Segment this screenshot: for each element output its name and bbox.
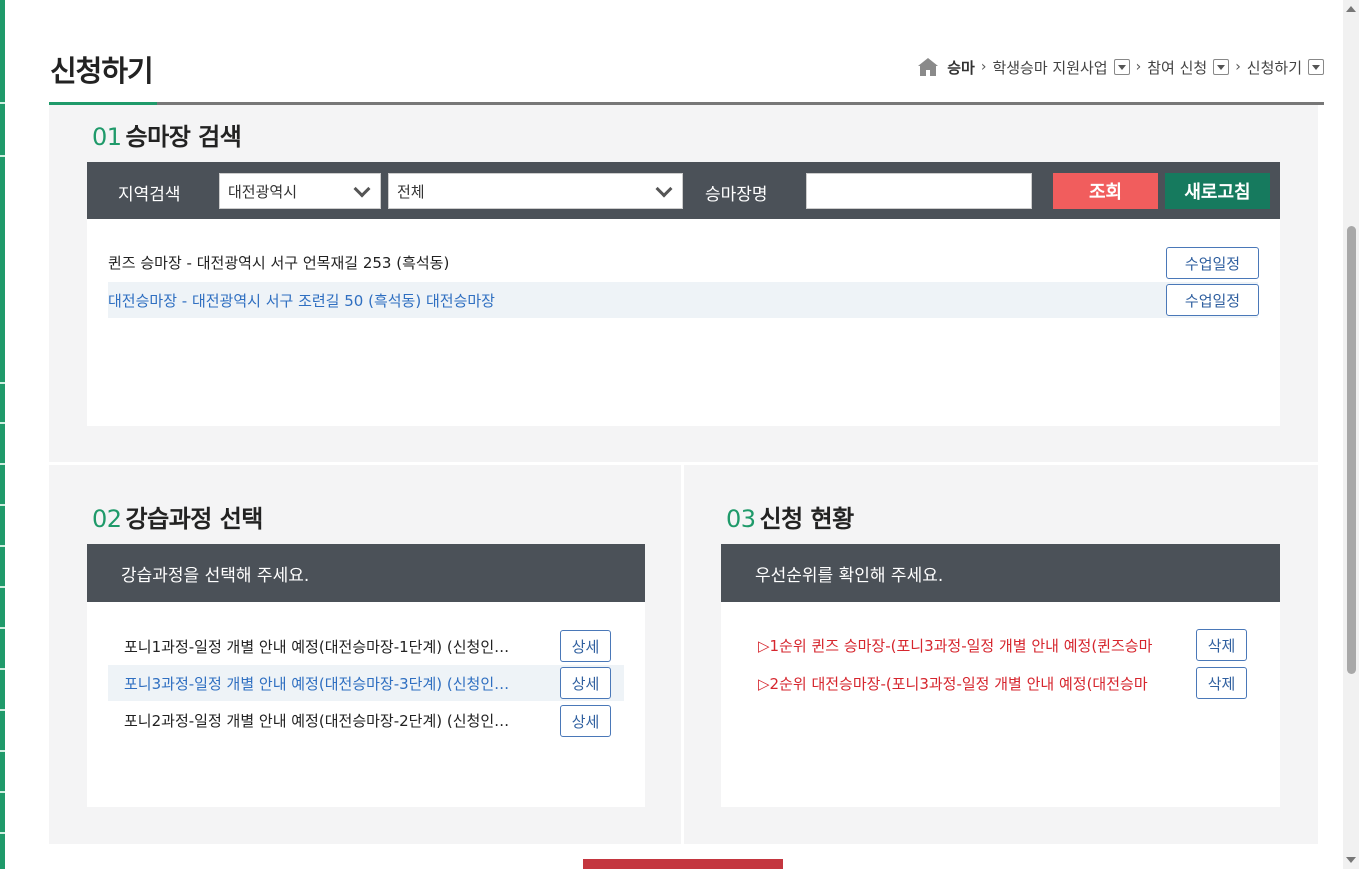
section-title-status: 03 신청 현황	[726, 505, 854, 533]
submit-button-partial[interactable]	[583, 859, 783, 869]
course-header-bar: 강습과정을 선택해 주세요.	[87, 544, 645, 602]
chevron-right-icon: ›	[1235, 59, 1241, 75]
left-side-strip	[0, 0, 5, 869]
refresh-button[interactable]: 새로고침	[1165, 173, 1270, 209]
scroll-down-icon[interactable]	[1346, 857, 1356, 863]
region-select-value: 대전광역시	[228, 183, 298, 201]
schedule-button[interactable]: 수업일정	[1166, 247, 1259, 279]
page-scrollbar[interactable]	[1343, 0, 1359, 869]
status-list-panel: ▷1순위 퀸즈 승마장-(포니3과정-일정 개별 안내 예정(퀸즈승마 삭제 ▷…	[721, 602, 1280, 807]
chevron-right-icon: ›	[1135, 59, 1142, 75]
course-row[interactable]: 포니2과정-일정 개별 안내 예정(대전승마장-2단계) (신청인…	[108, 702, 554, 738]
section-title-course: 02 강습과정 선택	[92, 505, 263, 533]
priority-row: ▷2순위 대전승마장-(포니3과정-일정 개별 안내 예정(대전승마	[758, 668, 1196, 698]
course-text: 포니2과정-일정 개별 안내 예정(대전승마장-2단계) (신청인…	[124, 711, 510, 730]
breadcrumb-item-current[interactable]: 신청하기	[1247, 57, 1302, 78]
dropdown-toggle-icon[interactable]	[1213, 59, 1230, 75]
riding-name-input[interactable]	[806, 173, 1032, 209]
scrollbar-thumb[interactable]	[1347, 226, 1356, 674]
breadcrumb: 승마 › 학생승마 지원사업 › 참여 신청 › 신청하기	[917, 56, 1324, 78]
detail-button[interactable]: 상세	[560, 705, 611, 737]
home-icon[interactable]	[917, 56, 939, 78]
status-header-bar: 우선순위를 확인해 주세요.	[721, 544, 1280, 602]
priority-text: ▷2순위 대전승마장-(포니3과정-일정 개별 안내 예정(대전승마	[758, 674, 1148, 693]
dropdown-toggle-icon[interactable]	[1308, 59, 1324, 75]
schedule-button[interactable]: 수업일정	[1166, 284, 1259, 316]
scroll-up-icon[interactable]	[1346, 6, 1356, 12]
breadcrumb-item-apply[interactable]: 참여 신청	[1147, 57, 1207, 78]
dropdown-toggle-icon[interactable]	[1113, 59, 1130, 75]
priority-row: ▷1순위 퀸즈 승마장-(포니3과정-일정 개별 안내 예정(퀸즈승마	[758, 630, 1248, 660]
result-text: 퀸즈 승마장 - 대전광역시 서구 언목재길 253 (흑석동)	[108, 253, 450, 272]
district-select[interactable]: 전체	[388, 173, 683, 209]
breadcrumb-item-program[interactable]: 학생승마 지원사업	[992, 57, 1107, 78]
course-row[interactable]: 포니1과정-일정 개별 안내 예정(대전승마장-1단계) (신청인…	[108, 628, 554, 664]
breadcrumb-home[interactable]: 승마	[947, 57, 975, 78]
search-button[interactable]: 조회	[1053, 173, 1158, 209]
result-row[interactable]: 퀸즈 승마장 - 대전광역시 서구 언목재길 253 (흑석동)	[108, 244, 1258, 280]
chevron-down-icon	[655, 180, 673, 198]
result-text: 대전승마장 - 대전광역시 서구 조련길 50 (흑석동) 대전승마장	[108, 291, 495, 310]
delete-button[interactable]: 삭제	[1196, 667, 1247, 699]
search-bar: 지역검색 대전광역시 전체 승마장명 조회 새로고침	[87, 162, 1280, 219]
detail-button[interactable]: 상세	[560, 630, 611, 662]
page-title: 신청하기	[50, 54, 154, 88]
course-list-panel: 포니1과정-일정 개별 안내 예정(대전승마장-1단계) (신청인… 상세 포니…	[87, 602, 645, 807]
priority-text: ▷1순위 퀸즈 승마장-(포니3과정-일정 개별 안내 예정(퀸즈승마	[758, 636, 1153, 655]
region-label: 지역검색	[118, 185, 181, 205]
district-select-value: 전체	[397, 183, 425, 201]
page-root: 신청하기 승마 › 학생승마 지원사업 › 참여 신청 › 신청하기 01 승마장…	[0, 0, 1359, 869]
chevron-down-icon	[353, 180, 371, 198]
region-select[interactable]: 대전광역시	[219, 173, 381, 209]
detail-button[interactable]: 상세	[560, 667, 611, 699]
search-results-panel: 퀸즈 승마장 - 대전광역시 서구 언목재길 253 (흑석동) 수업일정 대전…	[87, 219, 1280, 426]
course-row[interactable]: 포니3과정-일정 개별 안내 예정(대전승마장-3단계) (신청인…	[108, 665, 624, 701]
course-text: 포니3과정-일정 개별 안내 예정(대전승마장-3단계) (신청인…	[124, 674, 510, 693]
course-text: 포니1과정-일정 개별 안내 예정(대전승마장-1단계) (신청인…	[124, 637, 510, 656]
delete-button[interactable]: 삭제	[1196, 629, 1247, 661]
result-row[interactable]: 대전승마장 - 대전광역시 서구 조련길 50 (흑석동) 대전승마장	[108, 282, 1258, 318]
chevron-right-icon: ›	[980, 59, 987, 75]
section-title-search: 01 승마장 검색	[92, 123, 242, 151]
name-label: 승마장명	[705, 185, 768, 205]
